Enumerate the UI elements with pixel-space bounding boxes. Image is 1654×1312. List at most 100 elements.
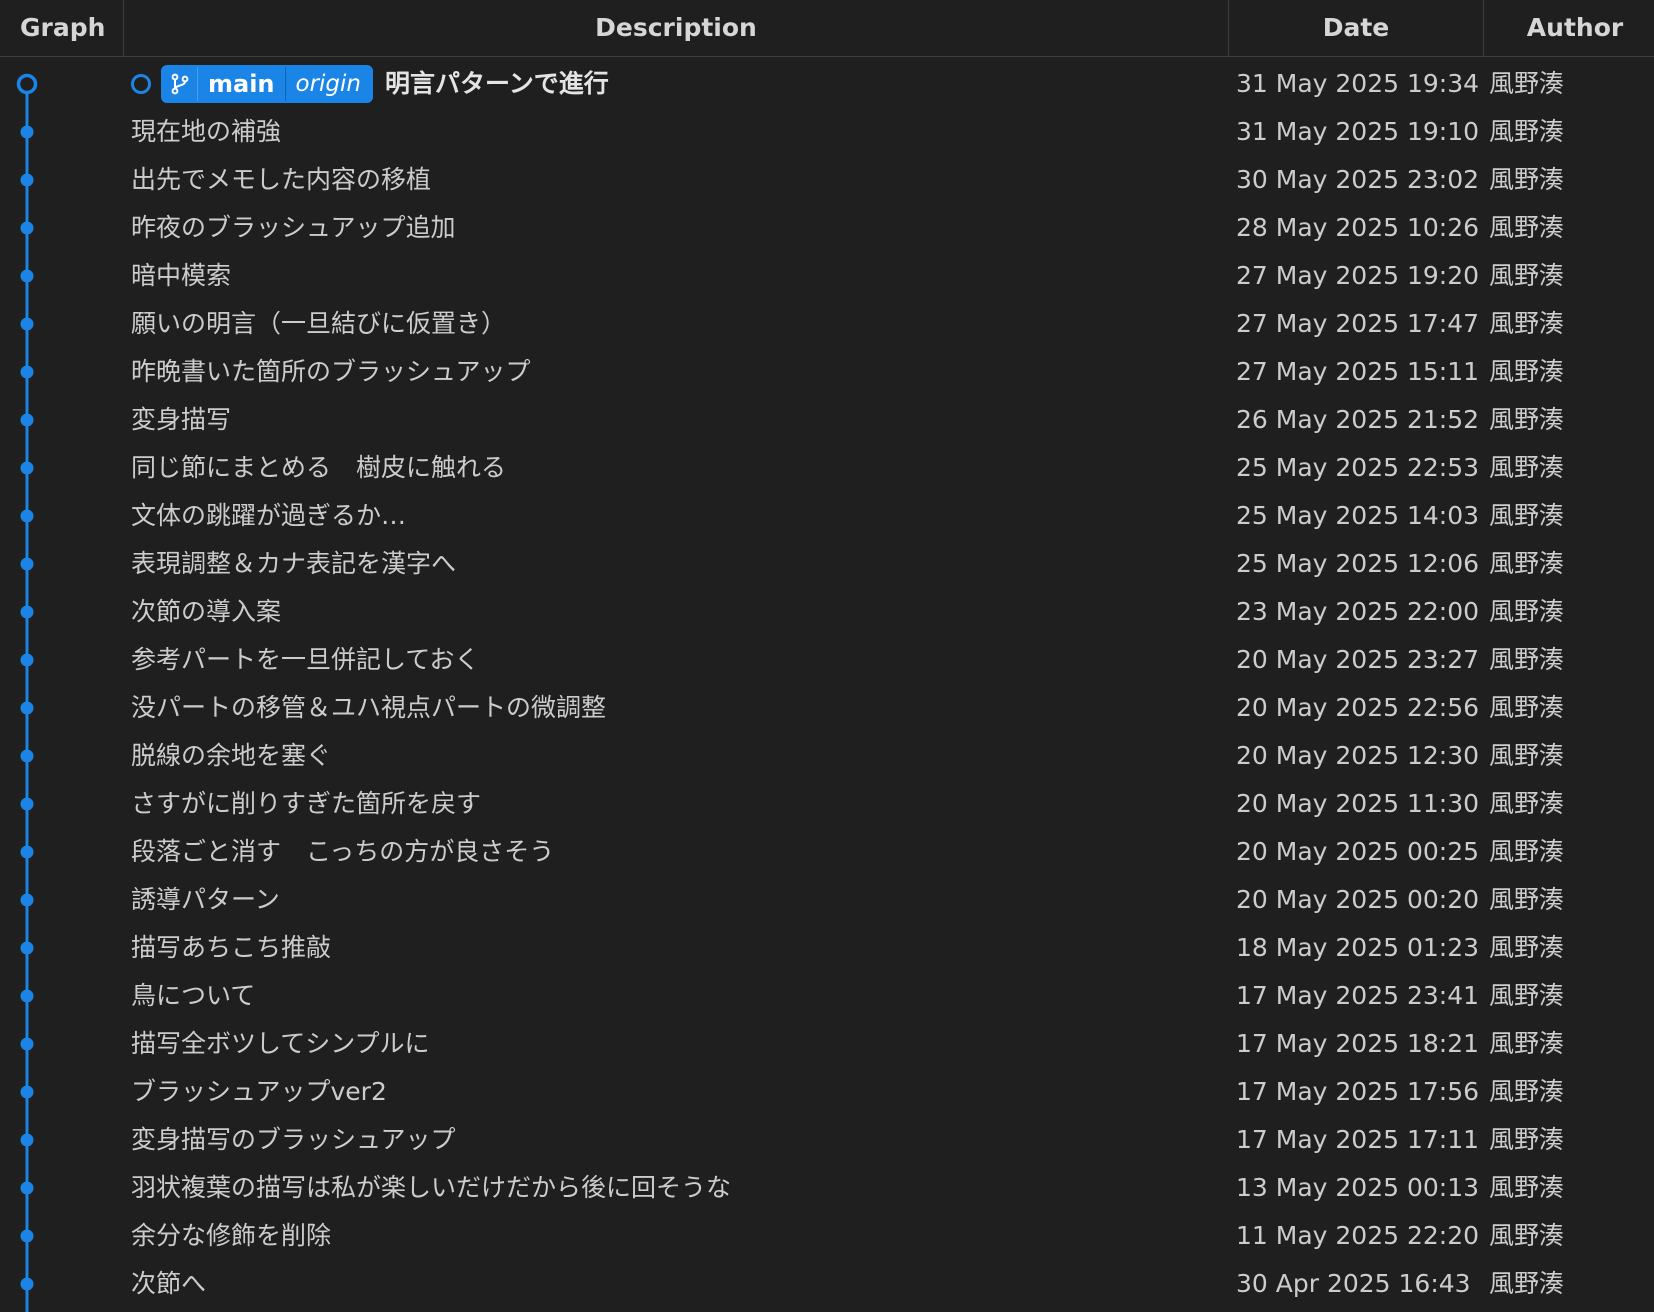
commit-date: 31 May 2025 19:34 [1236, 69, 1480, 98]
commit-date: 25 May 2025 14:03 [1236, 501, 1480, 530]
commit-description-cell: 同じ節にまとめる 樹皮に触れる [131, 444, 506, 492]
commit-row[interactable]: 同じ節にまとめる 樹皮に触れる 25 May 2025 22:53 風野湊 [0, 444, 1654, 492]
commit-message: 昨夜のブラッシュアップ追加 [131, 213, 456, 242]
commit-message: 次節へ [131, 1269, 207, 1298]
commit-author: 風野湊 [1489, 1029, 1565, 1058]
commit-description-cell: 次節の導入案 [131, 588, 281, 636]
commit-description-cell: 参考パートを一旦併記しておく [131, 636, 480, 684]
commit-date: 20 May 2025 00:25 [1236, 837, 1480, 866]
column-header: Graph Description Date Author [0, 0, 1654, 57]
commit-author: 風野湊 [1489, 309, 1565, 338]
commit-row[interactable]: 余分な修飾を削除 11 May 2025 22:20 風野湊 [0, 1212, 1654, 1260]
commit-row[interactable]: 変身描写のブラッシュアップ 17 May 2025 17:11 風野湊 [0, 1116, 1654, 1164]
commit-description-cell: 没パートの移管＆ユハ視点パートの微調整 [131, 684, 606, 732]
commit-message: 現在地の補強 [131, 117, 282, 146]
commit-date: 17 May 2025 17:11 [1236, 1125, 1480, 1154]
commit-author: 風野湊 [1489, 69, 1565, 98]
commit-description-cell: 羽状複葉の描写は私が楽しいだけだから後に回そうな [131, 1164, 731, 1212]
author-column-header[interactable]: Author [1484, 0, 1654, 56]
commit-date: 26 May 2025 21:52 [1236, 405, 1480, 434]
commit-description-cell: 昨夜のブラッシュアップ追加 [131, 204, 456, 252]
commit-author: 風野湊 [1489, 1173, 1565, 1202]
commit-row[interactable]: 昨晩書いた箇所のブラッシュアップ 27 May 2025 15:11 風野湊 [0, 348, 1654, 396]
commit-message: 誘導パターン [131, 885, 280, 914]
commit-author: 風野湊 [1489, 549, 1565, 578]
commit-description-cell: 現在地の補強 [131, 108, 281, 156]
commit-description-cell: 描写あちこち推敲 [131, 924, 331, 972]
commit-message: 没パートの移管＆ユハ視点パートの微調整 [131, 693, 607, 722]
commit-date: 30 May 2025 23:02 [1236, 165, 1480, 194]
commit-row[interactable]: 次節へ 30 Apr 2025 16:43 風野湊 [0, 1260, 1654, 1308]
commit-row[interactable]: 文体の跳躍が過ぎるか… 25 May 2025 14:03 風野湊 [0, 492, 1654, 540]
commit-description-cell: ブラッシュアップver2 [131, 1068, 387, 1116]
branch-name-label: main [197, 67, 285, 101]
commit-row[interactable]: 描写あちこち推敲 18 May 2025 01:23 風野湊 [0, 924, 1654, 972]
commit-date: 20 May 2025 11:30 [1236, 789, 1480, 818]
commit-row[interactable]: 誘導パターン 20 May 2025 00:20 風野湊 [0, 876, 1654, 924]
commit-date: 31 May 2025 19:10 [1236, 117, 1480, 146]
commit-message: 段落ごと消す こっちの方が良さそう [131, 837, 555, 866]
commit-date: 20 May 2025 00:20 [1236, 885, 1480, 914]
commit-row[interactable]: 羽状複葉の描写は私が楽しいだけだから後に回そうな 13 May 2025 00:1… [0, 1164, 1654, 1212]
commit-row[interactable]: 願いの明言（一旦結びに仮置き） 27 May 2025 17:47 風野湊 [0, 300, 1654, 348]
commit-description-cell: 文体の跳躍が過ぎるか… [131, 492, 406, 540]
commit-author: 風野湊 [1489, 261, 1565, 290]
commit-row[interactable]: 暗中模索 27 May 2025 19:20 風野湊 [0, 252, 1654, 300]
commit-date: 25 May 2025 12:06 [1236, 549, 1480, 578]
date-column-header[interactable]: Date [1229, 0, 1484, 56]
commit-row[interactable]: 現在地の補強 31 May 2025 19:10 風野湊 [0, 108, 1654, 156]
commit-row[interactable]: さすがに削りすぎた箇所を戻す 20 May 2025 11:30 風野湊 [0, 780, 1654, 828]
commit-description-cell: 昨晩書いた箇所のブラッシュアップ [131, 348, 531, 396]
commit-author: 風野湊 [1489, 453, 1565, 482]
commit-message: 変身描写 [131, 405, 232, 434]
commit-author: 風野湊 [1489, 117, 1565, 146]
branch-badge[interactable]: main origin [161, 65, 374, 103]
commit-message: 文体の跳躍が過ぎるか… [131, 501, 407, 530]
commit-row[interactable]: 出先でメモした内容の移植 30 May 2025 23:02 風野湊 [0, 156, 1654, 204]
commit-author: 風野湊 [1489, 1125, 1565, 1154]
commit-date: 20 May 2025 22:56 [1236, 693, 1480, 722]
head-indicator-icon [131, 74, 151, 94]
commit-message: 鳥について [131, 981, 256, 1010]
commit-row[interactable]: 描写全ボツしてシンプルに 17 May 2025 18:21 風野湊 [0, 1020, 1654, 1068]
commit-author: 風野湊 [1489, 597, 1565, 626]
commit-date: 13 May 2025 00:13 [1236, 1173, 1480, 1202]
commit-description-cell: 出先でメモした内容の移植 [131, 156, 431, 204]
commit-author: 風野湊 [1489, 741, 1565, 770]
commit-date: 30 Apr 2025 16:43 [1236, 1269, 1471, 1298]
commit-date: 18 May 2025 01:23 [1236, 933, 1480, 962]
commit-author: 風野湊 [1489, 933, 1565, 962]
commit-row[interactable]: 鳥について 17 May 2025 23:41 風野湊 [0, 972, 1654, 1020]
commit-row[interactable]: 参考パートを一旦併記しておく 20 May 2025 23:27 風野湊 [0, 636, 1654, 684]
commit-message: 脱線の余地を塞ぐ [131, 741, 332, 770]
commit-author: 風野湊 [1489, 981, 1565, 1010]
commit-row[interactable]: 没パートの移管＆ユハ視点パートの微調整 20 May 2025 22:56 風野湊 [0, 684, 1654, 732]
commit-row-head[interactable]: main origin 明言パターンで進行 31 May 2025 19:34 風野湊 [0, 60, 1654, 108]
commit-row[interactable]: 段落ごと消す こっちの方が良さそう 20 May 2025 00:25 風野湊 [0, 828, 1654, 876]
commit-description-cell: 変身描写 [131, 396, 231, 444]
commit-description-cell: main origin 明言パターンで進行 [131, 60, 609, 108]
commit-author: 風野湊 [1489, 165, 1565, 194]
commit-message: 表現調整＆カナ表記を漢字へ [131, 549, 457, 578]
commit-message: 描写全ボツしてシンプルに [131, 1029, 430, 1058]
commit-row[interactable]: 脱線の余地を塞ぐ 20 May 2025 12:30 風野湊 [0, 732, 1654, 780]
commit-description-cell: 暗中模索 [131, 252, 231, 300]
commit-message: 昨晩書いた箇所のブラッシュアップ [131, 357, 531, 386]
commit-date: 27 May 2025 15:11 [1236, 357, 1480, 386]
commit-author: 風野湊 [1489, 357, 1565, 386]
commit-author: 風野湊 [1489, 405, 1565, 434]
commit-row[interactable]: 表現調整＆カナ表記を漢字へ 25 May 2025 12:06 風野湊 [0, 540, 1654, 588]
commit-row[interactable]: 次節の導入案 23 May 2025 22:00 風野湊 [0, 588, 1654, 636]
remote-name-label: origin [284, 67, 372, 101]
commit-message: 明言パターンで進行 [385, 69, 609, 98]
commit-date: 27 May 2025 17:47 [1236, 309, 1480, 338]
commit-message: 描写あちこち推敲 [131, 933, 332, 962]
commit-row[interactable]: 変身描写 26 May 2025 21:52 風野湊 [0, 396, 1654, 444]
commit-row[interactable]: ブラッシュアップver2 17 May 2025 17:56 風野湊 [0, 1068, 1654, 1116]
commit-date: 17 May 2025 18:21 [1236, 1029, 1480, 1058]
commit-date: 28 May 2025 10:26 [1236, 213, 1480, 242]
commit-author: 風野湊 [1489, 1077, 1565, 1106]
git-branch-icon [163, 67, 197, 101]
commit-row[interactable]: 昨夜のブラッシュアップ追加 28 May 2025 10:26 風野湊 [0, 204, 1654, 252]
description-column-header[interactable]: Description [124, 0, 1229, 56]
